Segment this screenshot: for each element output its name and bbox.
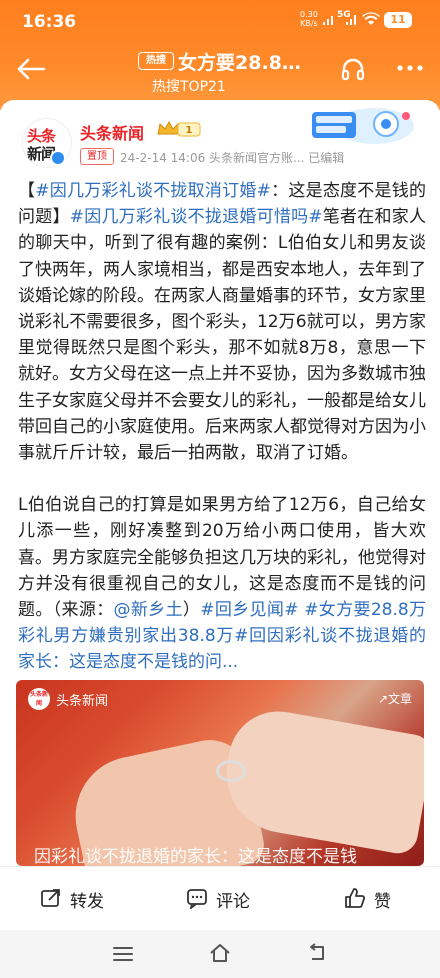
topic-link[interactable]: @新乡土: [114, 600, 183, 620]
video-card[interactable]: 头条新闻 头条新闻 ↗文章 因彩礼谈不拢退婚的家长：这是态度不是钱: [16, 680, 424, 866]
status-time: 16:36: [22, 12, 77, 32]
signal-icon: [346, 15, 356, 25]
more-icon[interactable]: [395, 58, 425, 78]
verified-icon: [50, 150, 66, 166]
svg-text:1: 1: [186, 125, 193, 136]
nav-title-block: 热搜 女方要28.8… 热搜TOP21: [130, 44, 330, 95]
video-source-logo: 头条新闻: [28, 688, 50, 710]
comment-icon: [187, 889, 207, 909]
status-bar: 16:36 0.30 KB/s 5G 11: [0, 0, 440, 44]
post-paragraph: 【#因几万彩礼谈不拢取消订婚#：这是态度不是钱的问题】#因几万彩礼谈不拢退婚可惜…: [18, 178, 426, 466]
video-caption: 因彩礼谈不拢退婚的家长：这是态度不是钱: [34, 847, 357, 866]
system-nav-bar: [0, 930, 440, 978]
home-icon[interactable]: [208, 942, 232, 964]
topic-link[interactable]: #因几万彩礼谈不拢取消订婚#: [35, 181, 271, 201]
page-title: 女方要28.8…: [178, 52, 301, 74]
action-bar: 转发 评论 赞: [0, 866, 440, 930]
article-link[interactable]: ↗文章: [378, 690, 412, 707]
recent-apps-icon[interactable]: [112, 946, 134, 962]
post-paragraph: L伯伯说自己的打算是如果男方给了12万6，自己给女儿添一些，刚好凑整到20万给小…: [18, 492, 426, 675]
net-speed: 0.30 KB/s: [300, 10, 318, 28]
author-name[interactable]: 头条新闻: [80, 120, 144, 144]
headphone-icon[interactable]: [340, 56, 366, 82]
post-body: 【#因几万彩礼谈不拢取消订婚#：这是态度不是钱的问题】#因几万彩礼谈不拢退婚可惜…: [18, 178, 426, 702]
post-card: 头条 新闻 头条新闻 1 置顶 24-2-14 14:06 头条新闻官方账...…: [0, 100, 440, 866]
wifi-icon: [362, 12, 380, 25]
repost-icon: [41, 889, 60, 907]
promo-sticker-icon[interactable]: [306, 106, 416, 146]
battery-icon: 11: [384, 12, 412, 28]
video-thumbnail-ring: [216, 760, 246, 782]
page-subtitle: 热搜TOP21: [152, 79, 226, 95]
back-arrow-icon[interactable]: [14, 52, 48, 86]
hot-search-badge: 热搜: [138, 52, 174, 70]
thumbs-up-icon: [345, 888, 366, 908]
video-source: 头条新闻: [56, 694, 109, 709]
top-header: 16:36 0.30 KB/s 5G 11 热搜 女方要28.8… 热搜TOP2…: [0, 0, 440, 110]
pinned-tag: 置顶: [80, 148, 114, 165]
post-meta: 24-2-14 14:06 头条新闻官方账... 已编辑: [120, 151, 345, 165]
signal-icon: [323, 16, 333, 25]
crown-level-icon: 1: [157, 120, 201, 137]
topic-link[interactable]: #因几万彩礼谈不拢退婚可惜吗#: [70, 207, 323, 227]
post-text: 笔者在和家人的聊天中，听到了很有趣的案例：L伯伯女儿和男友谈了快两年，两人家境相…: [18, 207, 426, 464]
topic-link[interactable]: #回乡见闻#: [200, 600, 298, 620]
post-text: 【: [18, 181, 36, 201]
post-text: ）: [182, 600, 201, 621]
system-back-icon[interactable]: [306, 942, 328, 964]
